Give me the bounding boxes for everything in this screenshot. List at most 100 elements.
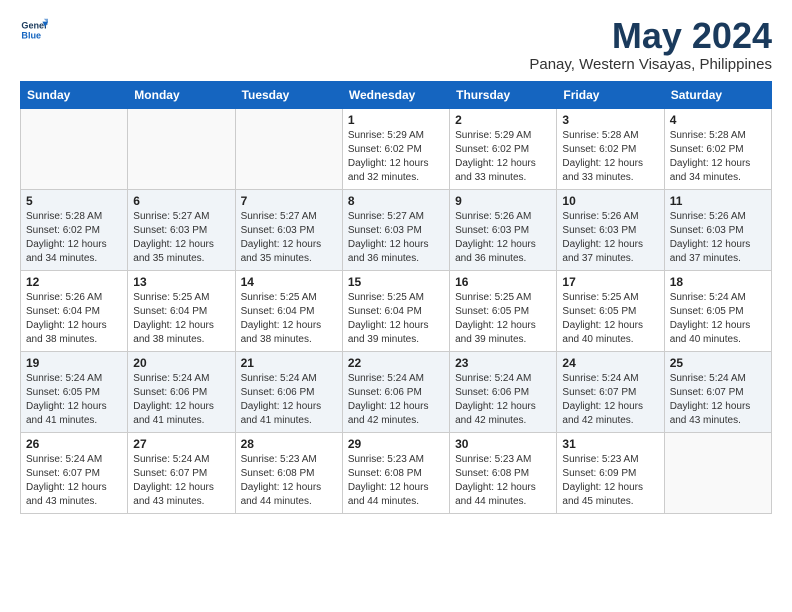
day-number: 30 (455, 437, 551, 451)
day-number: 17 (562, 275, 658, 289)
calendar-cell: 6Sunrise: 5:27 AM Sunset: 6:03 PM Daylig… (128, 189, 235, 270)
day-info: Sunrise: 5:24 AM Sunset: 6:06 PM Dayligh… (133, 372, 229, 428)
calendar-cell: 19 Sunrise: 5:24 AM Sunset: 6:05 PM Dayli… (21, 351, 128, 432)
day-info: Sunrise: 5:25 AM Sunset: 6:04 PM Dayligh… (133, 291, 229, 347)
day-number: 26 (26, 437, 122, 451)
day-info: Sunrise: 5:23 AM Sunset: 6:09 PM Dayligh… (562, 453, 658, 509)
day-info: Sunrise: 5:23 AM Sunset: 6:08 PM Dayligh… (455, 453, 551, 509)
day-number: 22 (348, 356, 444, 370)
calendar-cell: 7Sunrise: 5:27 AM Sunset: 6:03 PM Daylig… (235, 189, 342, 270)
day-number: 20 (133, 356, 229, 370)
calendar-cell: 10 Sunrise: 5:26 AM Sunset: 6:03 PM Dayli… (557, 189, 664, 270)
page-header: General Blue May 2024 Panay, Western Vis… (20, 16, 772, 73)
calendar-cell: 4 Sunrise: 5:28 AM Sunset: 6:02 PM Daylig… (664, 108, 771, 189)
day-number: 29 (348, 437, 444, 451)
header-wednesday: Wednesday (342, 81, 449, 108)
calendar-cell: 5Sunrise: 5:28 AM Sunset: 6:02 PM Daylig… (21, 189, 128, 270)
day-info: Sunrise: 5:23 AM Sunset: 6:08 PM Dayligh… (348, 453, 444, 509)
day-number: 6 (133, 194, 229, 208)
calendar-header-row: SundayMondayTuesdayWednesdayThursdayFrid… (21, 81, 772, 108)
day-number: 11 (670, 194, 766, 208)
day-info: Sunrise: 5:27 AM Sunset: 6:03 PM Dayligh… (348, 210, 444, 266)
day-info: Sunrise: 5:24 AM Sunset: 6:07 PM Dayligh… (26, 453, 122, 509)
day-number: 16 (455, 275, 551, 289)
day-info: Sunrise: 5:29 AM Sunset: 6:02 PM Dayligh… (348, 129, 444, 185)
day-info: Sunrise: 5:25 AM Sunset: 6:05 PM Dayligh… (562, 291, 658, 347)
calendar-cell: 8 Sunrise: 5:27 AM Sunset: 6:03 PM Daylig… (342, 189, 449, 270)
day-info: Sunrise: 5:24 AM Sunset: 6:05 PM Dayligh… (670, 291, 766, 347)
day-info: Sunrise: 5:24 AM Sunset: 6:06 PM Dayligh… (348, 372, 444, 428)
calendar-cell: 26 Sunrise: 5:24 AM Sunset: 6:07 PM Dayli… (21, 432, 128, 513)
calendar-cell: 25Sunrise: 5:24 AM Sunset: 6:07 PM Dayli… (664, 351, 771, 432)
calendar-cell: 14 Sunrise: 5:25 AM Sunset: 6:04 PM Dayli… (235, 270, 342, 351)
day-number: 4 (670, 113, 766, 127)
calendar-cell (235, 108, 342, 189)
calendar-week-1: 1 Sunrise: 5:29 AM Sunset: 6:02 PM Daylig… (21, 108, 772, 189)
day-number: 14 (241, 275, 337, 289)
calendar-cell: 1 Sunrise: 5:29 AM Sunset: 6:02 PM Daylig… (342, 108, 449, 189)
day-number: 9 (455, 194, 551, 208)
day-number: 1 (348, 113, 444, 127)
day-number: 8 (348, 194, 444, 208)
page-title: May 2024 (529, 16, 772, 56)
header-saturday: Saturday (664, 81, 771, 108)
day-number: 18 (670, 275, 766, 289)
day-info: Sunrise: 5:26 AM Sunset: 6:03 PM Dayligh… (562, 210, 658, 266)
calendar-week-2: 5Sunrise: 5:28 AM Sunset: 6:02 PM Daylig… (21, 189, 772, 270)
calendar-cell: 18 Sunrise: 5:24 AM Sunset: 6:05 PM Dayli… (664, 270, 771, 351)
calendar-cell: 20 Sunrise: 5:24 AM Sunset: 6:06 PM Dayli… (128, 351, 235, 432)
day-number: 10 (562, 194, 658, 208)
day-info: Sunrise: 5:24 AM Sunset: 6:06 PM Dayligh… (455, 372, 551, 428)
day-number: 12 (26, 275, 122, 289)
calendar-week-3: 12 Sunrise: 5:26 AM Sunset: 6:04 PM Dayli… (21, 270, 772, 351)
calendar-cell: 2Sunrise: 5:29 AM Sunset: 6:02 PM Daylig… (450, 108, 557, 189)
logo: General Blue (20, 16, 48, 44)
day-info: Sunrise: 5:24 AM Sunset: 6:05 PM Dayligh… (26, 372, 122, 428)
calendar-cell: 12 Sunrise: 5:26 AM Sunset: 6:04 PM Dayli… (21, 270, 128, 351)
calendar-cell: 28Sunrise: 5:23 AM Sunset: 6:08 PM Dayli… (235, 432, 342, 513)
day-info: Sunrise: 5:26 AM Sunset: 6:03 PM Dayligh… (455, 210, 551, 266)
day-number: 3 (562, 113, 658, 127)
day-info: Sunrise: 5:28 AM Sunset: 6:02 PM Dayligh… (670, 129, 766, 185)
calendar-cell: 21Sunrise: 5:24 AM Sunset: 6:06 PM Dayli… (235, 351, 342, 432)
day-info: Sunrise: 5:25 AM Sunset: 6:04 PM Dayligh… (241, 291, 337, 347)
day-info: Sunrise: 5:27 AM Sunset: 6:03 PM Dayligh… (241, 210, 337, 266)
day-number: 31 (562, 437, 658, 451)
day-number: 5 (26, 194, 122, 208)
calendar-cell: 22 Sunrise: 5:24 AM Sunset: 6:06 PM Dayli… (342, 351, 449, 432)
logo-icon: General Blue (20, 16, 48, 44)
header-friday: Friday (557, 81, 664, 108)
calendar-table: SundayMondayTuesdayWednesdayThursdayFrid… (20, 81, 772, 514)
svg-text:Blue: Blue (21, 30, 41, 40)
calendar-cell: 13Sunrise: 5:25 AM Sunset: 6:04 PM Dayli… (128, 270, 235, 351)
page-subtitle: Panay, Western Visayas, Philippines (529, 56, 772, 73)
calendar-week-5: 26 Sunrise: 5:24 AM Sunset: 6:07 PM Dayli… (21, 432, 772, 513)
day-info: Sunrise: 5:25 AM Sunset: 6:05 PM Dayligh… (455, 291, 551, 347)
day-info: Sunrise: 5:24 AM Sunset: 6:07 PM Dayligh… (133, 453, 229, 509)
day-number: 21 (241, 356, 337, 370)
day-number: 15 (348, 275, 444, 289)
day-number: 19 (26, 356, 122, 370)
calendar-cell: 16 Sunrise: 5:25 AM Sunset: 6:05 PM Dayli… (450, 270, 557, 351)
calendar-week-4: 19 Sunrise: 5:24 AM Sunset: 6:05 PM Dayli… (21, 351, 772, 432)
day-info: Sunrise: 5:23 AM Sunset: 6:08 PM Dayligh… (241, 453, 337, 509)
day-info: Sunrise: 5:24 AM Sunset: 6:07 PM Dayligh… (562, 372, 658, 428)
header-thursday: Thursday (450, 81, 557, 108)
calendar-cell: 17 Sunrise: 5:25 AM Sunset: 6:05 PM Dayli… (557, 270, 664, 351)
calendar-cell: 11 Sunrise: 5:26 AM Sunset: 6:03 PM Dayli… (664, 189, 771, 270)
day-info: Sunrise: 5:25 AM Sunset: 6:04 PM Dayligh… (348, 291, 444, 347)
calendar-cell (21, 108, 128, 189)
calendar-cell: 23 Sunrise: 5:24 AM Sunset: 6:06 PM Dayli… (450, 351, 557, 432)
day-number: 27 (133, 437, 229, 451)
calendar-cell: 27 Sunrise: 5:24 AM Sunset: 6:07 PM Dayli… (128, 432, 235, 513)
day-info: Sunrise: 5:26 AM Sunset: 6:03 PM Dayligh… (670, 210, 766, 266)
calendar-cell: 29 Sunrise: 5:23 AM Sunset: 6:08 PM Dayli… (342, 432, 449, 513)
day-info: Sunrise: 5:26 AM Sunset: 6:04 PM Dayligh… (26, 291, 122, 347)
day-number: 23 (455, 356, 551, 370)
day-info: Sunrise: 5:24 AM Sunset: 6:07 PM Dayligh… (670, 372, 766, 428)
calendar-cell: 24Sunrise: 5:24 AM Sunset: 6:07 PM Dayli… (557, 351, 664, 432)
title-block: May 2024 Panay, Western Visayas, Philipp… (529, 16, 772, 73)
calendar-cell (664, 432, 771, 513)
day-info: Sunrise: 5:28 AM Sunset: 6:02 PM Dayligh… (562, 129, 658, 185)
calendar-cell: 3 Sunrise: 5:28 AM Sunset: 6:02 PM Daylig… (557, 108, 664, 189)
